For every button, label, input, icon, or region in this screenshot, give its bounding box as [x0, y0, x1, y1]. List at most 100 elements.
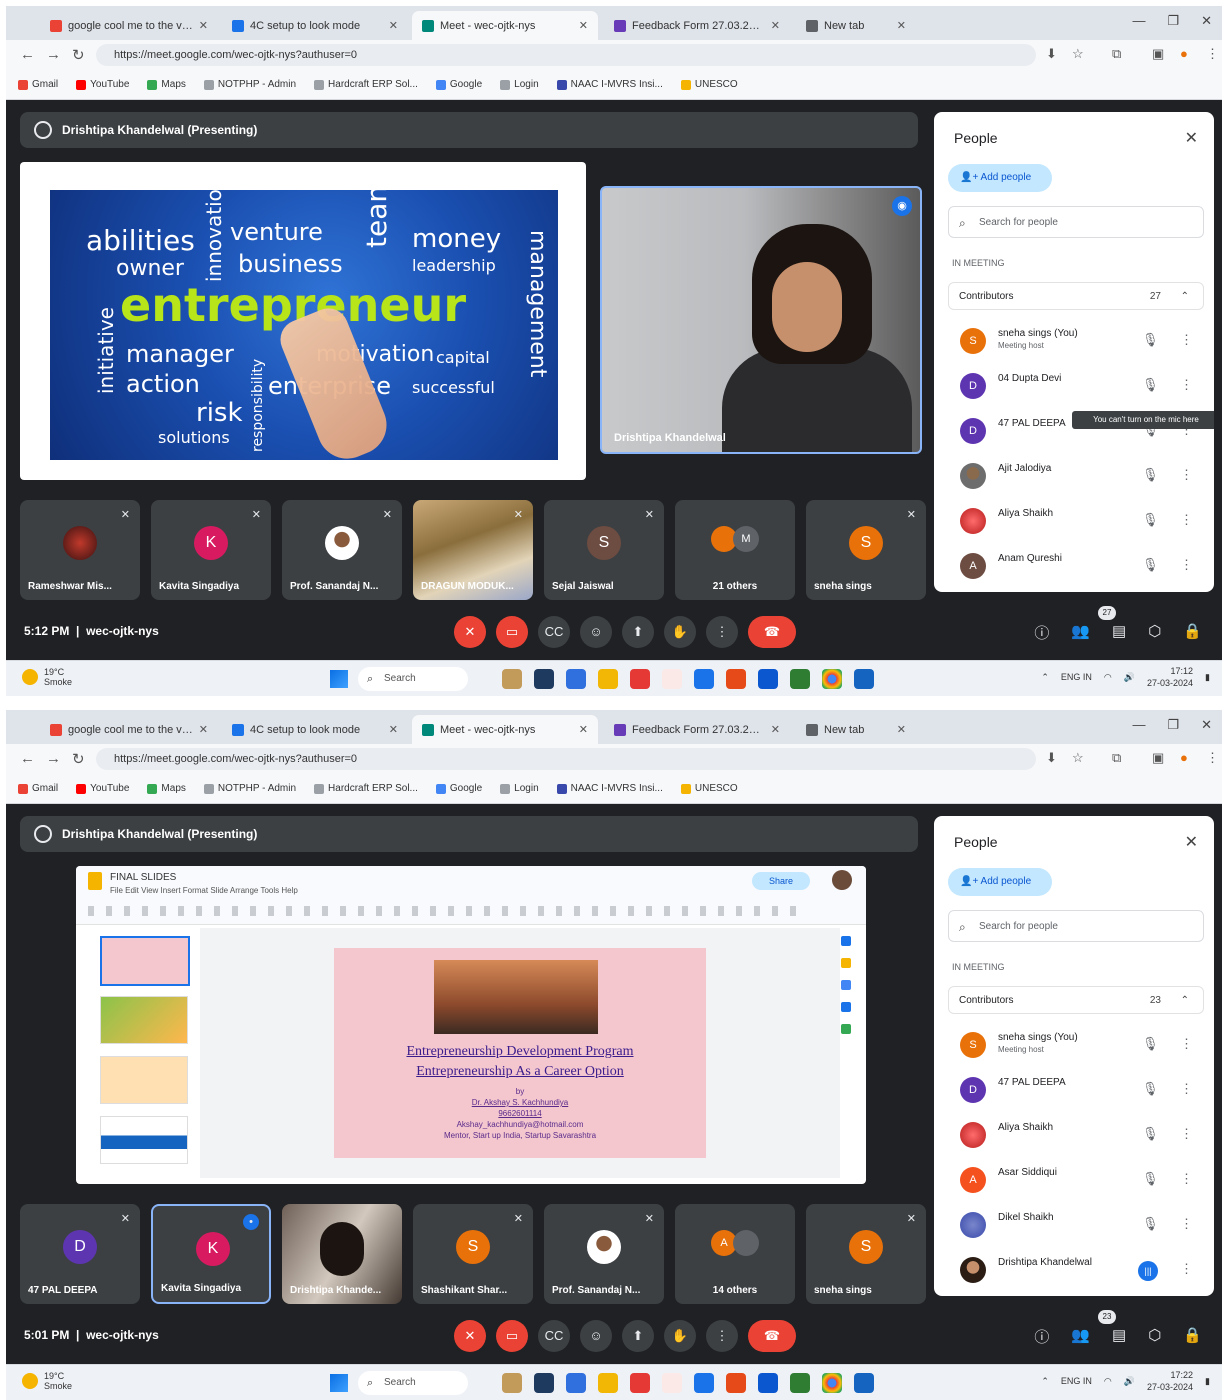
avatar[interactable] — [832, 870, 852, 890]
app-icon[interactable] — [726, 669, 746, 689]
people-icon[interactable]: 👥 — [1071, 1326, 1090, 1347]
close-window-icon[interactable]: ✕ — [1201, 13, 1212, 29]
chevron-up-icon[interactable]: ⌃ — [1041, 1376, 1049, 1387]
store-icon[interactable] — [758, 1373, 778, 1393]
browser-tab[interactable]: 4C setup to look mode ✕ — [222, 11, 408, 40]
search-input[interactable]: ⌕ Search for people — [948, 206, 1204, 238]
start-icon[interactable] — [330, 670, 348, 688]
search-input[interactable]: ⌕ Search for people — [948, 910, 1204, 942]
bookmark[interactable]: NAAC I-MVRS Insi... — [556, 783, 663, 794]
camera-icon[interactable]: ▭ — [496, 1320, 528, 1352]
participant-tile[interactable]: ✕ Prof. Sanandaj N... — [544, 1204, 664, 1304]
present-icon[interactable]: ⬆ — [622, 616, 654, 648]
more-icon[interactable]: ⋮ — [1180, 1171, 1193, 1187]
close-icon[interactable]: ✕ — [579, 19, 588, 32]
address-bar[interactable]: https://meet.google.com/wec-ojtk-nys?aut… — [96, 748, 1036, 770]
file-explorer-icon[interactable] — [598, 1373, 618, 1393]
bookmark[interactable]: YouTube — [76, 783, 129, 794]
mic-icon[interactable]: ✕ — [454, 1320, 486, 1352]
chat-icon[interactable]: ▤ — [1112, 1326, 1126, 1347]
contacts-icon[interactable] — [841, 1002, 851, 1012]
sidepanel-icon[interactable]: ▣ — [1152, 750, 1164, 766]
taskbar-search[interactable]: ⌕ Search — [358, 667, 468, 691]
bookmark[interactable]: Gmail — [18, 79, 58, 90]
camera-icon[interactable]: ▭ — [496, 616, 528, 648]
browser-tab[interactable]: google cool me to the vom ✕ — [40, 715, 218, 744]
list-item[interactable]: Ssneha sings (You) Meeting host 🎙 ⋮ — [934, 1024, 1214, 1069]
volume-icon[interactable]: 🔊 — [1124, 1376, 1135, 1387]
close-icon[interactable]: ✕ — [579, 723, 588, 736]
bookmark[interactable]: YouTube — [76, 79, 129, 90]
close-icon[interactable]: ✕ — [199, 19, 208, 32]
self-tile[interactable]: ✕ Ssneha sings — [806, 500, 926, 600]
bookmark[interactable]: NOTPHP - Admin — [203, 79, 296, 90]
profile-icon[interactable]: ● — [1180, 46, 1188, 61]
participant-tile[interactable]: ✕ Rameshwar Mis... — [20, 500, 140, 600]
present-icon[interactable]: ⬆ — [622, 1320, 654, 1352]
edge-icon[interactable] — [694, 669, 714, 689]
chrome-icon[interactable] — [822, 669, 842, 689]
slide-thumbnail[interactable] — [100, 1116, 188, 1164]
notification-icon[interactable]: ▮ — [1205, 672, 1210, 683]
app-icon[interactable] — [502, 1373, 522, 1393]
extensions-icon[interactable]: ⧉ — [1112, 46, 1121, 62]
raise-hand-icon[interactable]: ✋ — [664, 1320, 696, 1352]
app-icon[interactable] — [630, 669, 650, 689]
notification-icon[interactable]: ▮ — [1205, 1376, 1210, 1387]
word-icon[interactable] — [854, 1373, 874, 1393]
back-icon[interactable]: ← — [20, 750, 35, 767]
tasks-icon[interactable] — [841, 980, 851, 990]
more-icon[interactable]: ⋮ — [1180, 332, 1193, 348]
emoji-icon[interactable]: ☺ — [580, 616, 612, 648]
close-icon[interactable]: ✕ — [1185, 832, 1198, 852]
app-icon[interactable] — [566, 1373, 586, 1393]
app-icon[interactable] — [566, 669, 586, 689]
download-icon[interactable]: ⬇ — [1046, 46, 1057, 62]
app-icon[interactable] — [662, 669, 682, 689]
participant-video-tile[interactable]: Drishtipa Khande... — [282, 1204, 402, 1304]
more-icon[interactable]: ⋮ — [1180, 467, 1193, 483]
participant-tile[interactable]: ✕ K Kavita Singadiya — [151, 500, 271, 600]
volume-icon[interactable]: 🔊 — [1124, 672, 1135, 683]
language-indicator[interactable]: ENG IN — [1061, 672, 1092, 682]
bookmark[interactable]: Maps — [147, 783, 186, 794]
address-bar[interactable]: https://meet.google.com/wec-ojtk-nys?aut… — [96, 44, 1036, 66]
close-icon[interactable]: ✕ — [1185, 128, 1198, 148]
browser-tab[interactable]: google cool me to the vom ✕ — [40, 11, 218, 40]
bookmark[interactable]: NAAC I-MVRS Insi... — [556, 79, 663, 90]
slide-thumbnail[interactable] — [100, 1056, 188, 1104]
browser-tab-active[interactable]: Meet - wec-ojtk-nys ✕ — [412, 11, 598, 40]
clock[interactable]: 17:22 27-03-2024 — [1147, 1369, 1193, 1393]
menu-icon[interactable]: ⋮ — [1206, 750, 1219, 766]
app-icon[interactable] — [534, 1373, 554, 1393]
bookmark[interactable]: UNESCO — [680, 783, 738, 794]
more-icon[interactable]: ⋮ — [1180, 1081, 1193, 1097]
more-icon[interactable]: ⋮ — [1180, 1036, 1193, 1052]
menu-bar[interactable]: File Edit View Insert Format Slide Arran… — [110, 886, 298, 895]
store-icon[interactable] — [758, 669, 778, 689]
close-icon[interactable]: ✕ — [389, 723, 398, 736]
list-item[interactable]: Ssneha sings (You) Meeting host 🎙 ⋮ — [934, 320, 1214, 365]
bookmark[interactable]: UNESCO — [680, 79, 738, 90]
back-icon[interactable]: ← — [20, 46, 35, 63]
leave-call-icon[interactable]: ☎ — [748, 616, 796, 648]
browser-tab-active[interactable]: Meet - wec-ojtk-nys ✕ — [412, 715, 598, 744]
reload-icon[interactable]: ↻ — [72, 750, 85, 768]
close-icon[interactable]: ✕ — [389, 19, 398, 32]
doc-title[interactable]: FINAL SLIDES — [110, 872, 176, 883]
contributors-group[interactable]: Contributors 23 ⌃ — [948, 986, 1204, 1014]
weather-widget[interactable]: 19°C Smoke — [22, 667, 72, 687]
chevron-up-icon[interactable]: ⌃ — [1041, 672, 1049, 683]
list-item[interactable]: D 04 Dupta Devi 🎙 ⋮ — [934, 365, 1214, 410]
current-slide[interactable]: Entrepreneurship Development Program Ent… — [334, 948, 706, 1158]
browser-tab[interactable]: Feedback Form 27.03.2024 ✕ — [604, 715, 790, 744]
captions-icon[interactable]: CC — [538, 1320, 570, 1352]
chat-icon[interactable]: ▤ — [1112, 622, 1126, 643]
star-icon[interactable]: ☆ — [1072, 46, 1084, 62]
host-controls-icon[interactable]: 🔒 — [1183, 1326, 1202, 1347]
people-icon[interactable]: 👥 — [1071, 622, 1090, 643]
bookmark[interactable]: Gmail — [18, 783, 58, 794]
list-item[interactable]: Drishtipa Khandelwal ||| ⋮ — [934, 1249, 1214, 1294]
bookmark[interactable]: NOTPHP - Admin — [203, 783, 296, 794]
others-tile[interactable]: A 14 others — [675, 1204, 795, 1304]
